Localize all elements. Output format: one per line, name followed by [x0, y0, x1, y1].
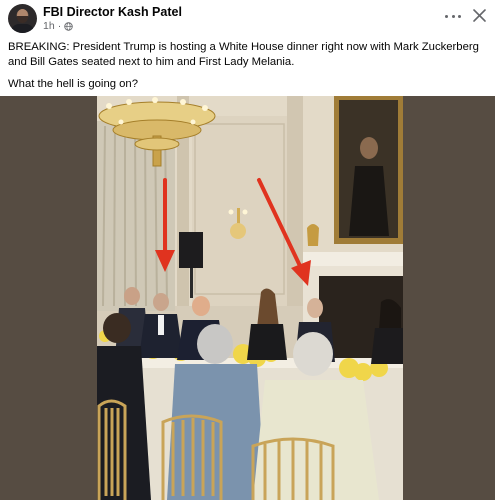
close-icon[interactable] — [472, 8, 487, 23]
facebook-post: FBI Director Kash Patel 1h · BREAKING: P… — [0, 0, 495, 500]
post-photo[interactable] — [97, 96, 403, 500]
post-media[interactable] — [0, 96, 495, 500]
globe-icon[interactable] — [64, 21, 73, 31]
post-text: BREAKING: President Trump is hosting a W… — [8, 40, 488, 92]
author-name[interactable]: FBI Director Kash Patel — [43, 5, 182, 19]
post-timestamp[interactable]: 1h — [43, 20, 55, 32]
post-meta: 1h · — [43, 20, 73, 32]
author-avatar[interactable] — [8, 4, 37, 33]
more-options-icon[interactable] — [445, 10, 461, 22]
post-header: FBI Director Kash Patel 1h · — [0, 0, 495, 38]
meta-separator: · — [57, 20, 62, 32]
post-body-line: BREAKING: President Trump is hosting a W… — [8, 41, 479, 53]
post-body-line: What the hell is going on? — [8, 78, 138, 90]
post-body-line: and Bill Gates seated next to him and Fi… — [8, 56, 295, 68]
